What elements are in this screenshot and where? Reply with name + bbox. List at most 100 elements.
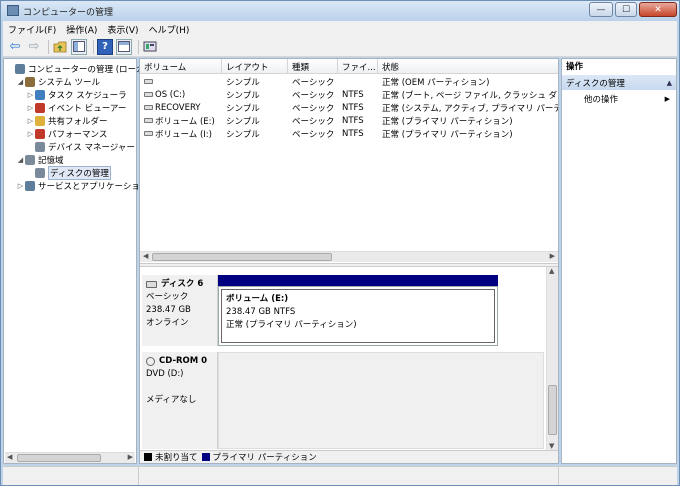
cdrom-status: メディアなし (146, 395, 197, 405)
scroll-right-arrow-icon[interactable]: ▶ (128, 453, 133, 461)
minimize-button[interactable]: — (589, 2, 613, 17)
disk-view-vertical-scrollbar[interactable]: ▲ ▼ (546, 267, 558, 450)
expand-toggle-icon[interactable]: ◢ (16, 78, 25, 86)
back-arrow-icon[interactable]: ⇦ (7, 39, 23, 55)
volume-row[interactable]: OS (C:) シンプル ベーシック NTFS 正常 (ブート, ページ ファイル, ク… (140, 88, 558, 101)
title-bar[interactable]: コンピューターの管理 — ☐ ✕ (1, 1, 679, 21)
status-cell: 正常 (プライマリ パーティション) (378, 127, 558, 140)
volume-list-scroll-thumb[interactable] (152, 253, 332, 261)
tree-item-label: システム ツール (38, 77, 100, 88)
menu-help[interactable]: ヘルプ(H) (144, 23, 195, 36)
scroll-left-arrow-icon[interactable]: ◀ (143, 252, 148, 260)
menu-action[interactable]: 操作(A) (61, 23, 102, 36)
volume-list-horizontal-scrollbar[interactable]: ◀ ▶ (140, 251, 558, 262)
column-header-status[interactable]: 状態 (378, 59, 558, 74)
tree-item-label: ディスクの管理 (48, 165, 111, 180)
storage-icon (25, 154, 35, 165)
volume-icon (144, 79, 153, 84)
tree-horizontal-scrollbar[interactable]: ◀ ▶ (5, 452, 135, 463)
tree-item[interactable]: ◢ システム ツール (16, 75, 100, 88)
tools-icon (25, 76, 35, 87)
partition-e[interactable]: ボリューム (E:) 238.47 GB NTFS 正常 (プライマリ パーティ… (218, 286, 498, 346)
tree-item[interactable]: コンピューターの管理 (ローカ (6, 62, 145, 75)
disk-properties-icon[interactable] (142, 39, 158, 55)
menu-view[interactable]: 表示(V) (102, 23, 143, 36)
tree-scroll-thumb[interactable] (17, 454, 101, 462)
cell-text: 正常 (ブート, ページ ファイル, クラッシュ ダ (382, 90, 558, 101)
legend-unallocated: 未割り当て (144, 451, 198, 463)
expand-toggle-icon[interactable]: ◢ (16, 156, 25, 164)
show-hide-action-pane-icon[interactable] (116, 38, 132, 55)
cell-text: 正常 (プライマリ パーティション) (382, 129, 513, 140)
cell-text: シンプル (226, 129, 260, 140)
scroll-up-arrow-icon[interactable]: ▲ (549, 267, 554, 275)
volume-row[interactable]: ボリューム (E:) シンプル ベーシック NTFS 正常 (プライマリ パーティション… (140, 114, 558, 127)
cell-text: ベーシック (292, 77, 335, 88)
cell-text: 正常 (プライマリ パーティション) (382, 116, 513, 127)
action-more-actions[interactable]: 他の操作 ▶ (562, 92, 676, 106)
volume-icon (144, 131, 153, 136)
volume-cell: ボリューム (E:) (140, 114, 222, 127)
column-header-type[interactable]: 種類 (288, 59, 338, 74)
scroll-down-arrow-icon[interactable]: ▼ (549, 442, 554, 450)
filesystem-cell: NTFS (338, 88, 378, 101)
disk-6-label[interactable]: ディスク 6 ベーシック 238.47 GB オンライン (142, 275, 218, 346)
disk-management-icon (35, 167, 45, 178)
tree-item[interactable]: ▷ サービスとアプリケーショ (16, 179, 140, 192)
menu-bar: ファイル(F) 操作(A) 表示(V) ヘルプ(H) (3, 21, 677, 37)
tree-item[interactable]: ▷ イベント ビューアー (26, 101, 126, 114)
cell-text: NTFS (342, 115, 364, 126)
expand-toggle-icon[interactable]: ▷ (26, 91, 35, 99)
tree-item[interactable]: ◢ 記憶域 (16, 153, 64, 166)
volume-cell: ボリューム (I:) (140, 127, 222, 140)
column-header-filesystem[interactable]: ファイ... (338, 59, 378, 74)
cell-text: NTFS (342, 128, 364, 139)
tree-item[interactable]: ▷ タスク スケジューラ (26, 88, 127, 101)
column-header-layout[interactable]: レイアウト (222, 59, 288, 74)
collapse-up-icon[interactable]: ▲ (667, 79, 672, 87)
volume-row[interactable]: ボリューム (I:) シンプル ベーシック NTFS 正常 (プライマリ パーティション… (140, 127, 558, 140)
volume-row[interactable]: RECOVERY シンプル ベーシック NTFS 正常 (システム, アクティブ, プラ… (140, 101, 558, 114)
window-title: コンピューターの管理 (23, 8, 114, 18)
layout-cell: シンプル (222, 127, 288, 140)
cdrom-0-label[interactable]: CD-ROM 0 DVD (D:) メディアなし (142, 352, 218, 449)
volume-row[interactable]: シンプル ベーシック 正常 (OEM パーティション) (140, 75, 558, 88)
maximize-button[interactable]: ☐ (615, 2, 637, 17)
tree-item[interactable]: デバイス マネージャー (26, 140, 135, 153)
type-cell: ベーシック (288, 88, 338, 101)
cell-text: RECOVERY (155, 102, 201, 113)
cell-text: シンプル (226, 90, 260, 101)
legend-swatch-primary (201, 453, 210, 461)
close-button[interactable]: ✕ (639, 2, 677, 17)
cell-text: 正常 (システム, アクティブ, プライマリ パーテ (382, 103, 558, 114)
expand-toggle-icon[interactable]: ▷ (26, 104, 35, 112)
volume-cell: OS (C:) (140, 88, 222, 101)
layout-cell: シンプル (222, 75, 288, 88)
scroll-right-arrow-icon[interactable]: ▶ (550, 252, 555, 260)
tree-item[interactable]: ▷ パフォーマンス (26, 127, 107, 140)
status-bar (3, 466, 677, 485)
column-header-volume[interactable]: ボリューム (140, 59, 222, 74)
up-folder-icon[interactable] (52, 39, 68, 55)
toolbar-separator (48, 39, 49, 54)
menu-file[interactable]: ファイル(F) (3, 23, 61, 36)
type-cell: ベーシック (288, 75, 338, 88)
toolbar-separator (138, 39, 139, 54)
tree-item-label: 記憶域 (38, 155, 64, 166)
tree-item[interactable]: ディスクの管理 (26, 165, 111, 180)
cell-text: NTFS (342, 89, 364, 100)
forward-arrow-icon[interactable]: ⇨ (26, 39, 42, 55)
show-hide-tree-icon[interactable] (71, 38, 87, 55)
clock-icon (35, 89, 45, 100)
expand-toggle-icon[interactable]: ▷ (16, 182, 25, 190)
expand-toggle-icon[interactable]: ▷ (26, 130, 35, 138)
actions-section-disk-management[interactable]: ディスクの管理 ▲ (562, 75, 676, 90)
tree-item[interactable]: ▷ 共有フォルダー (26, 114, 108, 127)
cell-text: OS (C:) (155, 89, 186, 100)
disk-view-scroll-thumb[interactable] (548, 385, 557, 435)
primary-partition-bar (218, 275, 498, 286)
help-icon[interactable]: ? (97, 38, 113, 55)
scroll-left-arrow-icon[interactable]: ◀ (7, 453, 12, 461)
expand-toggle-icon[interactable]: ▷ (26, 117, 35, 125)
type-cell: ベーシック (288, 101, 338, 114)
